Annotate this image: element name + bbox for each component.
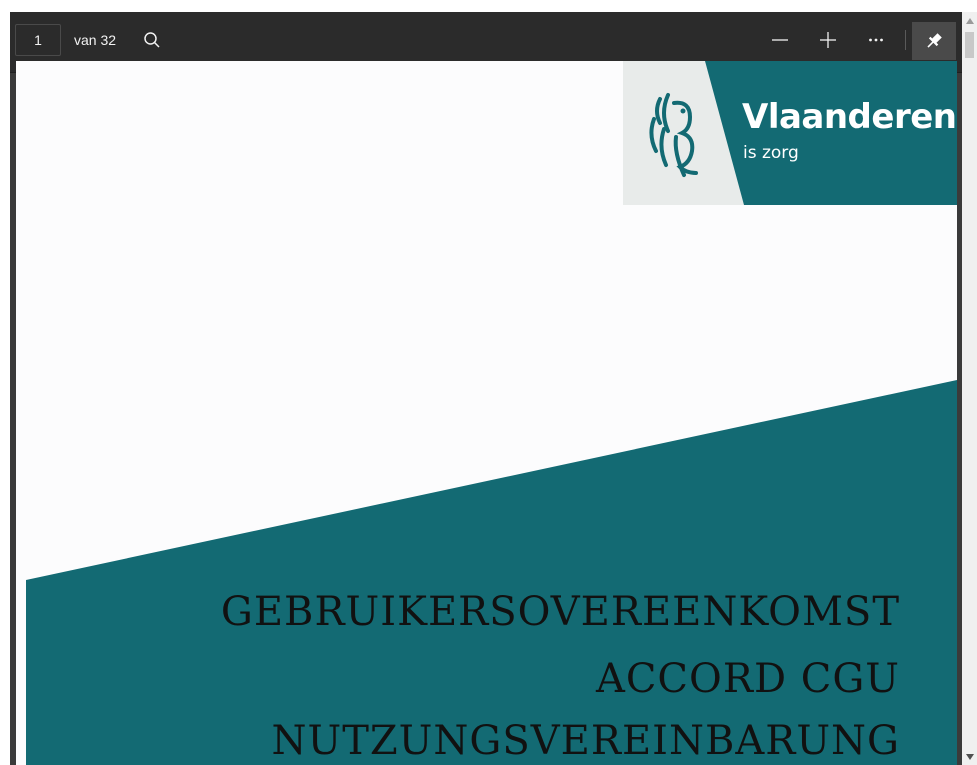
scroll-down-button[interactable] — [962, 749, 977, 765]
lion-emblem-icon — [649, 93, 698, 177]
document-page: Vlaanderen is zorg GEBRUIKERSOVEREENKOMS… — [16, 61, 957, 765]
search-button[interactable] — [138, 26, 166, 54]
scroll-down-arrow-icon — [965, 754, 974, 760]
pin-icon — [927, 33, 942, 48]
brand-tagline: is zorg — [743, 143, 799, 163]
document-title-line: NUTZUNGSVEREINBARUNG — [271, 718, 900, 764]
pin-toolbar-button[interactable] — [912, 22, 956, 60]
window-frame-top — [0, 0, 977, 12]
scroll-up-button[interactable] — [962, 12, 977, 30]
zoom-out-button[interactable] — [766, 26, 794, 54]
minus-icon — [772, 39, 788, 41]
vertical-scrollbar[interactable] — [962, 12, 977, 765]
window-frame-left — [0, 12, 10, 765]
plus-icon — [820, 32, 836, 48]
more-icon — [869, 38, 883, 42]
zoom-in-button[interactable] — [814, 26, 842, 54]
document-title-line: ACCORD CGU — [595, 656, 900, 702]
more-options-button[interactable] — [862, 26, 890, 54]
scroll-thumb[interactable] — [965, 32, 974, 58]
scroll-up-arrow-icon — [965, 18, 974, 24]
document-title-line: GEBRUIKERSOVEREENKOMST — [220, 589, 900, 635]
brand-wordmark: Vlaanderen — [742, 97, 957, 137]
search-icon — [144, 32, 160, 48]
page-total-label: van 32 — [74, 32, 117, 48]
page-number-input[interactable]: 1 — [15, 24, 61, 56]
toolbar-divider — [905, 30, 906, 50]
